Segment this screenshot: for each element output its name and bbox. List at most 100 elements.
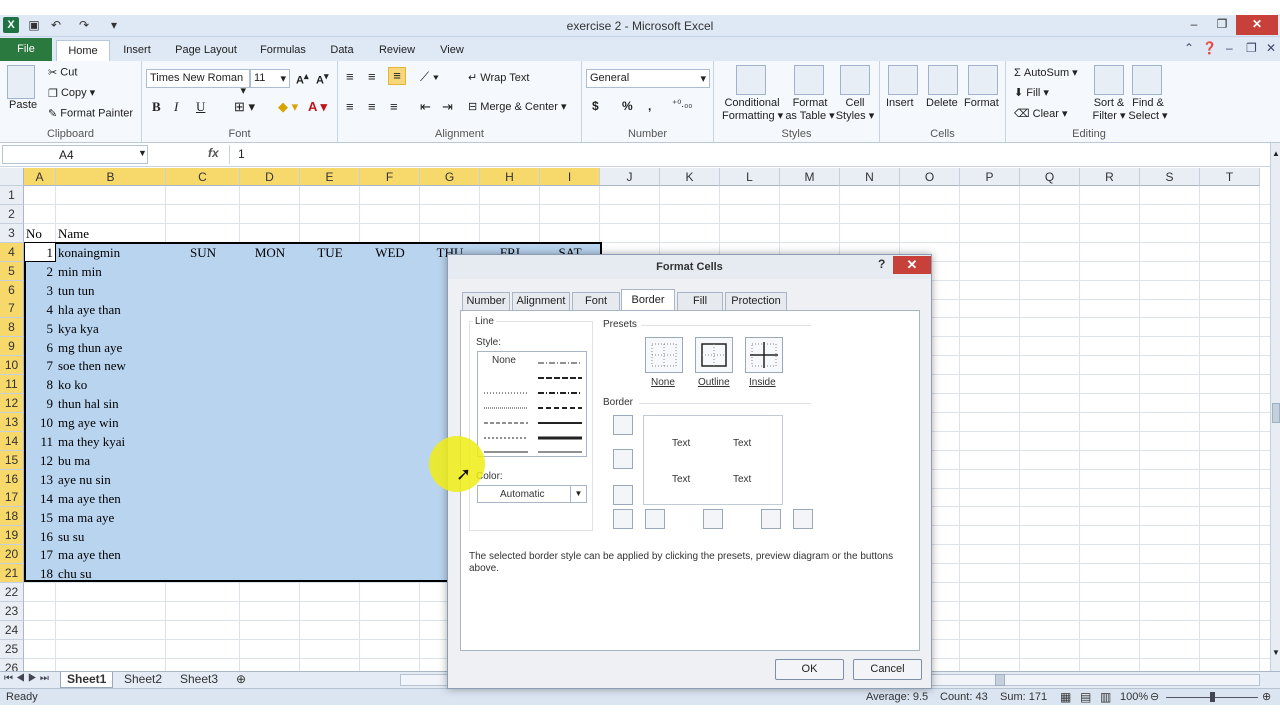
column-header-c[interactable]: C [166, 168, 240, 186]
font-color-icon[interactable]: A ▾ [308, 99, 327, 115]
row-header-9[interactable]: 9 [0, 337, 24, 357]
tab-review[interactable]: Review [374, 40, 420, 61]
tab-sheet1[interactable]: Sheet1 [60, 672, 114, 688]
sort-filter-icon[interactable] [1094, 65, 1124, 95]
scroll-down-icon[interactable]: ▼ [1272, 648, 1280, 657]
row-header-13[interactable]: 13 [0, 412, 24, 432]
row-header-8[interactable]: 8 [0, 318, 24, 338]
vertical-scrollbar[interactable]: ▲ ▼ [1270, 143, 1280, 688]
line-style-option[interactable] [538, 375, 582, 381]
cell-no[interactable]: 18 [24, 564, 53, 583]
tab-alignment[interactable]: Alignment [512, 292, 570, 310]
tab-font[interactable]: Font [572, 292, 620, 310]
find-select-icon[interactable] [1132, 65, 1162, 95]
ok-button[interactable]: OK [775, 659, 844, 680]
cell-name[interactable]: chu su [58, 564, 92, 583]
align-center-icon[interactable]: ≡ [368, 99, 376, 114]
page-break-view-icon[interactable]: ▥ [1100, 689, 1111, 705]
preset-inside-button[interactable] [745, 337, 783, 373]
tab-home[interactable]: Home [56, 40, 110, 61]
line-style-option[interactable] [484, 405, 528, 411]
row-header-22[interactable]: 22 [0, 582, 24, 602]
format-painter-button[interactable]: ✎ Format Painter [48, 107, 133, 120]
preset-none-button[interactable] [645, 337, 683, 373]
zoom-level[interactable]: 100% [1120, 689, 1148, 705]
cell-no[interactable]: 2 [24, 262, 54, 281]
cell-no[interactable]: 11 [24, 432, 53, 451]
column-header-l[interactable]: L [720, 168, 780, 186]
workbook-minimize-icon[interactable]: – [1226, 41, 1233, 55]
tab-file[interactable]: File [0, 38, 52, 61]
workbook-restore-icon[interactable]: ❐ [1246, 41, 1257, 55]
cell-no[interactable]: 13 [24, 470, 53, 489]
chevron-down-icon[interactable]: ▼ [570, 486, 586, 502]
zoom-slider-thumb[interactable] [1210, 692, 1215, 702]
increase-indent-icon[interactable]: ⇥ [442, 99, 453, 115]
cell-name[interactable]: ma aye then [58, 545, 121, 564]
decrease-indent-icon[interactable]: ⇤ [420, 99, 431, 115]
row-header-2[interactable]: 2 [0, 204, 24, 224]
preset-outline-button[interactable] [695, 337, 733, 373]
formula-input[interactable]: 1 [229, 145, 1269, 164]
border-middle-button[interactable] [613, 449, 633, 469]
cell-name[interactable]: konaingmin [58, 243, 120, 262]
column-header-r[interactable]: R [1080, 168, 1140, 186]
cell-name[interactable]: ko ko [58, 375, 87, 394]
format-button[interactable]: Format [964, 97, 999, 109]
cell-name[interactable]: kya kya [58, 319, 99, 338]
column-header-t[interactable]: T [1200, 168, 1260, 186]
border-bottom-button[interactable] [613, 485, 633, 505]
line-style-option[interactable] [538, 360, 582, 366]
format-as-table-icon[interactable] [794, 65, 824, 95]
conditional-formatting-button[interactable]: Conditional Formatting ▾ [722, 97, 783, 122]
column-header-p[interactable]: P [960, 168, 1020, 186]
color-select[interactable]: Automatic ▼ [477, 485, 587, 503]
row-header-18[interactable]: 18 [0, 507, 24, 527]
cell-no[interactable]: 4 [24, 300, 54, 319]
sort-filter-button[interactable]: Sort & Filter ▾ [1090, 97, 1128, 122]
border-left-button[interactable] [645, 509, 665, 529]
cell-name[interactable]: mg aye win [58, 413, 119, 432]
help-icon[interactable]: ❓ [1202, 41, 1217, 55]
line-style-none[interactable]: None [492, 355, 516, 366]
column-header-h[interactable]: H [480, 168, 540, 186]
row-header-7[interactable]: 7 [0, 299, 24, 319]
conditional-formatting-icon[interactable] [736, 65, 766, 95]
row-header-17[interactable]: 17 [0, 488, 24, 508]
tab-insert[interactable]: Insert [116, 40, 158, 61]
tab-number[interactable]: Number [462, 292, 510, 310]
cell-no[interactable]: 3 [24, 281, 54, 300]
cell-name[interactable]: mg thun aye [58, 338, 122, 357]
row-header-5[interactable]: 5 [0, 261, 24, 281]
name-box[interactable]: A4 [2, 145, 148, 164]
help-icon[interactable]: ? [878, 257, 885, 271]
cell-no[interactable]: 9 [24, 394, 54, 413]
border-diagonal-down-button[interactable] [793, 509, 813, 529]
cell-no[interactable]: 14 [24, 489, 53, 508]
find-select-button[interactable]: Find & Select ▾ [1128, 97, 1168, 122]
page-layout-view-icon[interactable]: ▤ [1080, 689, 1091, 705]
scroll-up-icon[interactable]: ▲ [1272, 149, 1280, 158]
cell-styles-button[interactable]: Cell Styles ▾ [834, 97, 876, 122]
minimize-button[interactable]: – [1180, 15, 1208, 35]
line-style-option[interactable] [484, 449, 528, 455]
column-header-d[interactable]: D [240, 168, 300, 186]
cell-name[interactable]: ma aye then [58, 489, 121, 508]
wrap-text-button[interactable]: ↵ Wrap Text [468, 71, 529, 84]
row-header-6[interactable]: 6 [0, 280, 24, 300]
tab-border[interactable]: Border [621, 289, 675, 311]
row-header-16[interactable]: 16 [0, 469, 24, 489]
paste-button[interactable]: Paste [9, 99, 37, 111]
cell-name[interactable]: ma they kyai [58, 432, 125, 451]
zoom-out-icon[interactable]: ⊖ [1150, 689, 1159, 705]
shrink-font-button[interactable]: A▾ [316, 71, 329, 87]
autosum-button[interactable]: Σ AutoSum ▾ [1014, 66, 1078, 79]
normal-view-icon[interactable]: ▦ [1060, 689, 1071, 705]
cell-name[interactable]: aye nu sin [58, 470, 111, 489]
line-style-option[interactable] [484, 435, 528, 441]
line-style-option[interactable] [538, 449, 582, 455]
fill-button[interactable]: ⬇ Fill ▾ [1014, 86, 1049, 99]
insert-cells-icon[interactable] [888, 65, 918, 95]
h-scroll-thumb[interactable] [995, 674, 1005, 686]
borders-icon[interactable]: ⊞ ▾ [234, 99, 255, 115]
